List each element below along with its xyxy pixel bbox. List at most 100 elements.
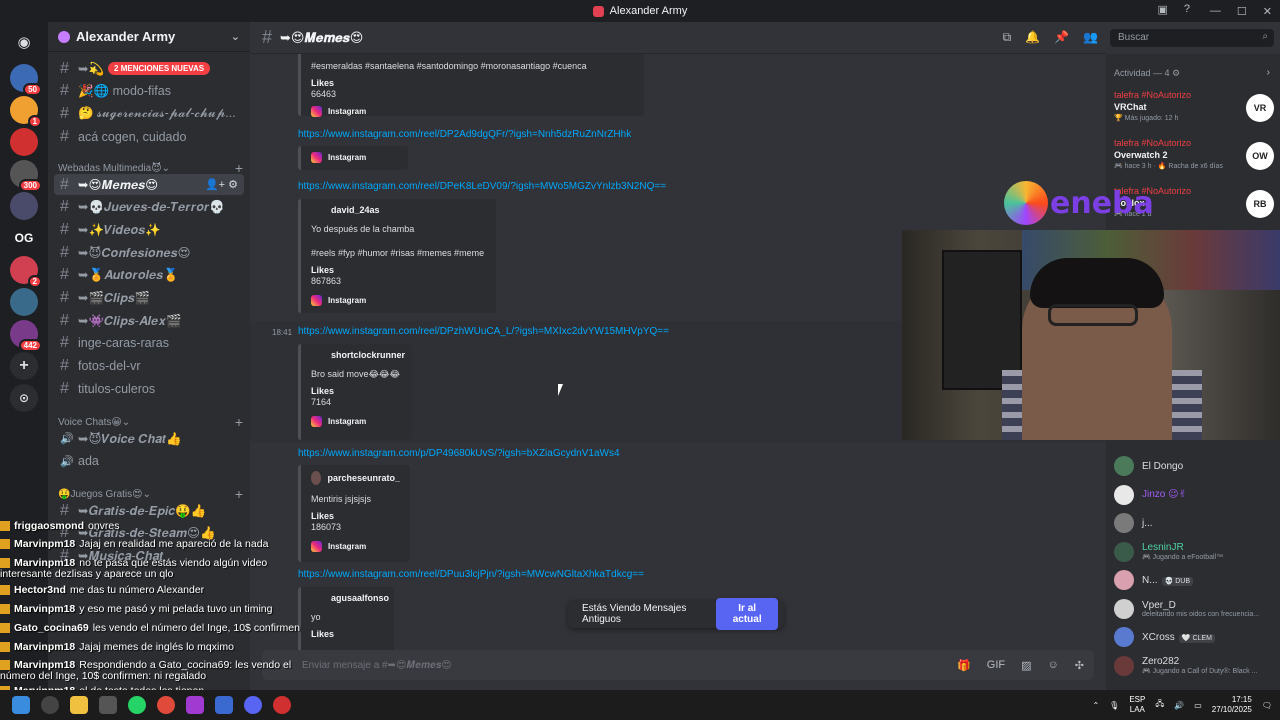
threads-icon[interactable]: ⧉ [1003, 30, 1012, 45]
gear-icon[interactable]: ⚙ [1172, 68, 1180, 78]
message-link[interactable]: https://www.instagram.com/reel/DPuu3lcjP… [298, 569, 644, 580]
member-item[interactable]: LesninJR 🎮 Jugando a eFootball™ [1114, 540, 1279, 564]
channel-item[interactable]: # ➥💫 2 MENCIONES NUEVAS [54, 58, 244, 79]
stream-chat-user: friggaosmond [14, 520, 84, 532]
language-indicator[interactable]: ESP LAA [1129, 695, 1145, 715]
channel-label: ada [78, 454, 99, 469]
store-icon[interactable] [99, 696, 117, 714]
emoji-icon[interactable]: ☺ [1048, 659, 1059, 672]
member-item[interactable]: Jinzo 😉✌ [1114, 483, 1279, 507]
member-item[interactable]: El Dongo [1114, 454, 1279, 478]
message-link[interactable]: https://www.instagram.com/p/DP49680kUvS/… [298, 448, 620, 459]
jump-to-present-button[interactable]: Ir al actual [716, 598, 778, 630]
member-name: Jinzo 😉✌ [1142, 489, 1187, 500]
channel-item[interactable]: # ➥😈𝑪𝒐𝒏𝒇𝒆𝒔𝒊𝒐𝒏𝒆𝒔😍 [54, 242, 244, 263]
discord-home-icon[interactable]: ◉ [10, 28, 38, 56]
guild-header[interactable]: Alexander Army ⌄ [48, 22, 250, 52]
channel-item[interactable]: # fotos-del-vr [54, 356, 244, 377]
bell-icon[interactable]: 🔔 [1025, 30, 1040, 45]
avatar [1114, 598, 1134, 619]
channel-item[interactable]: # ➥💀𝑱𝒖𝒆𝒗𝒆𝒔-𝒅𝒆-𝑻𝒆𝒓𝒓𝒐𝒓💀 [54, 197, 244, 218]
stream-chat-message: Hector3nd me das tu número Alexander [0, 584, 310, 596]
pin-icon[interactable]: 📌 [1054, 30, 1069, 45]
member-item[interactable]: Vper_D deleitando mis oidos con frecuenci… [1114, 597, 1279, 621]
server-icon[interactable]: 50 [10, 64, 42, 96]
clock[interactable]: 17:15 27/10/2025 [1212, 695, 1252, 715]
discord-taskbar-icon[interactable] [244, 696, 262, 714]
app-icon[interactable] [186, 696, 204, 714]
chevron-down-icon: ⌄ [230, 31, 240, 43]
channel-item[interactable]: 🔊 ada [54, 451, 244, 472]
member-list-icon[interactable]: 👥 [1083, 30, 1098, 45]
close-button[interactable]: ✕ [1263, 5, 1272, 18]
message-input[interactable]: Enviar mensaje a #➥😍𝑴𝒆𝒎𝒆𝒔😍 🎁 GIF ▨ ☺ ✣ [262, 650, 1094, 680]
stream-chat-user: Gato_cocina69 [14, 622, 89, 634]
server-icon[interactable]: 300 [10, 160, 42, 192]
gif-icon[interactable]: GIF [987, 659, 1005, 672]
member-item[interactable]: XCross 🤍 CLEM [1114, 625, 1279, 649]
message-link[interactable]: https://www.instagram.com/reel/DPzhWUuCA… [298, 326, 669, 337]
server-icon[interactable] [10, 128, 38, 156]
whatsapp-icon[interactable] [128, 696, 146, 714]
search-icon[interactable] [41, 696, 59, 714]
channel-item[interactable]: # ➥👾𝑪𝒍𝒊𝒑𝒔-𝑨𝒍𝒆𝒙🎬 [54, 310, 244, 331]
add-server-icon[interactable]: + [10, 352, 38, 380]
member-tag: 💀 DUB [1161, 576, 1194, 586]
file-explorer-icon[interactable] [70, 696, 88, 714]
chevron-up-icon[interactable]: ⌃ [1092, 701, 1099, 710]
channel-item[interactable]: 🔊 ➥😈𝑽𝒐𝒊𝒄𝒆 𝑪𝒉𝒂𝒕👍 [54, 428, 244, 449]
minimize-button[interactable]: — [1210, 5, 1221, 17]
message-link[interactable]: https://www.instagram.com/reel/DPeK8LeDV… [298, 181, 666, 192]
server-icon[interactable]: 442 [10, 320, 42, 352]
server-icon[interactable]: OG [10, 224, 38, 252]
channel-item[interactable]: # 🎉🌐 modo-fifas [54, 81, 244, 102]
channel-settings-icon[interactable]: 👤+ ⚙ [205, 178, 238, 191]
notification-icon[interactable]: 🗨 [1262, 701, 1272, 710]
search-input[interactable]: Buscar ⌕ [1110, 29, 1274, 47]
activity-header: Actividad — 4 ⚙ [1114, 68, 1181, 78]
stream-chat-user: Hector3nd [14, 584, 66, 596]
server-icon[interactable] [10, 288, 38, 316]
server-icon[interactable]: 1 [10, 96, 42, 128]
stream-chat-message: Gato_cocina69 les vendo el número del Ing… [0, 622, 310, 634]
embed-likes-label: Likes [311, 386, 335, 396]
battery-icon[interactable]: ▭ [1194, 701, 1202, 710]
app-icon-2[interactable] [215, 696, 233, 714]
message-link[interactable]: https://www.instagram.com/reel/DP2Ad9dgQ… [298, 129, 631, 140]
member-item[interactable]: Zero282 🎮 Jugando a Call of Duty®: Black … [1114, 654, 1279, 678]
channel-hash-icon: # [60, 82, 69, 100]
channel-item[interactable]: # titulos-culeros [54, 378, 244, 399]
instagram-icon [311, 416, 322, 427]
network-icon[interactable]: 🖧 [1155, 698, 1164, 712]
channel-item[interactable]: # inge-caras-raras [54, 333, 244, 354]
apps-icon[interactable]: ✣ [1075, 659, 1084, 672]
channel-item[interactable]: # ➥✨𝑽𝒊𝒅𝒆𝒐𝒔✨ [54, 219, 244, 240]
member-status: 🎮 Jugando a Call of Duty®: Black ... [1142, 668, 1258, 675]
inbox-icon[interactable]: ▣ [1157, 3, 1167, 16]
chevron-right-icon[interactable]: › [1267, 67, 1270, 78]
maximize-button[interactable]: ☐ [1237, 5, 1247, 18]
obs-icon[interactable] [273, 696, 291, 714]
volume-icon[interactable]: 🔊 [1174, 701, 1184, 710]
channel-item[interactable]: # ➥🏅𝑨𝒖𝒕𝒐𝒓𝒐𝒍𝒆𝒔🏅 [54, 265, 244, 286]
stream-chat-text: Jajaj en realidad me apareció de la nada [79, 538, 269, 550]
channel-item[interactable]: # 🤔 𝓼𝓾𝓰𝓮𝓻𝓮𝓷𝓬𝓲𝓪𝓼-𝓹𝓪𝓵-𝓬𝓱𝓾𝓹... [54, 103, 244, 124]
chrome-icon[interactable] [157, 696, 175, 714]
member-item[interactable]: j... [1114, 511, 1279, 535]
gift-icon[interactable]: 🎁 [957, 659, 971, 672]
channel-item[interactable]: # ➥😍𝑴𝒆𝒎𝒆𝒔😍 👤+ ⚙ [54, 174, 244, 195]
discover-icon[interactable]: ⊙ [10, 384, 38, 412]
microphone-icon[interactable]: 🎙 [1109, 701, 1119, 710]
start-icon[interactable] [12, 696, 30, 714]
server-icon[interactable]: 2 [10, 256, 42, 288]
channel-hash-icon: # [60, 243, 69, 261]
sticker-icon[interactable]: ▨ [1021, 659, 1031, 672]
sponsor-logo-text: eneba [1050, 185, 1154, 221]
channel-item[interactable]: # acá cogen, cuidado [54, 126, 244, 147]
channel-item[interactable]: # ➥𝑮𝒓𝒂𝒕𝒊𝒔-𝒅𝒆-𝑬𝒑𝒊𝒄🤑👍 [54, 500, 244, 521]
channel-item[interactable]: # ➥🎬𝑪𝒍𝒊𝒑𝒔🎬 [54, 288, 244, 309]
server-icon[interactable] [10, 192, 38, 220]
member-item[interactable]: N... 💀 DUB [1114, 568, 1279, 592]
help-icon[interactable]: ? [1184, 3, 1190, 16]
stream-chat-text: Jajaj memes de inglés lo mqximo [79, 641, 234, 653]
